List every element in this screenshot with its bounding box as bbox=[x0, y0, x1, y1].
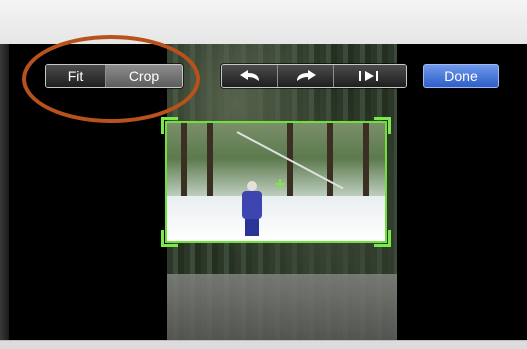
crop-center-crosshair-icon bbox=[275, 179, 285, 189]
crop-handle-top-left[interactable] bbox=[161, 117, 178, 134]
rotate-left-button[interactable] bbox=[222, 65, 278, 87]
crop-handle-bottom-right[interactable] bbox=[374, 230, 391, 247]
rotate-right-button[interactable] bbox=[278, 65, 334, 87]
annotation-highlight-ring bbox=[22, 35, 200, 123]
done-button[interactable]: Done bbox=[423, 64, 499, 88]
crop-handle-bottom-left[interactable] bbox=[161, 230, 178, 247]
crop-rectangle[interactable] bbox=[161, 117, 391, 247]
rotate-play-toolbar bbox=[221, 64, 407, 88]
play-to-end-button[interactable] bbox=[334, 65, 406, 87]
rotate-left-icon bbox=[239, 70, 259, 81]
left-panel-edge bbox=[0, 44, 9, 340]
play-to-end-icon bbox=[359, 71, 378, 81]
rotate-right-icon bbox=[296, 70, 316, 81]
crop-handle-top-right[interactable] bbox=[374, 117, 391, 134]
